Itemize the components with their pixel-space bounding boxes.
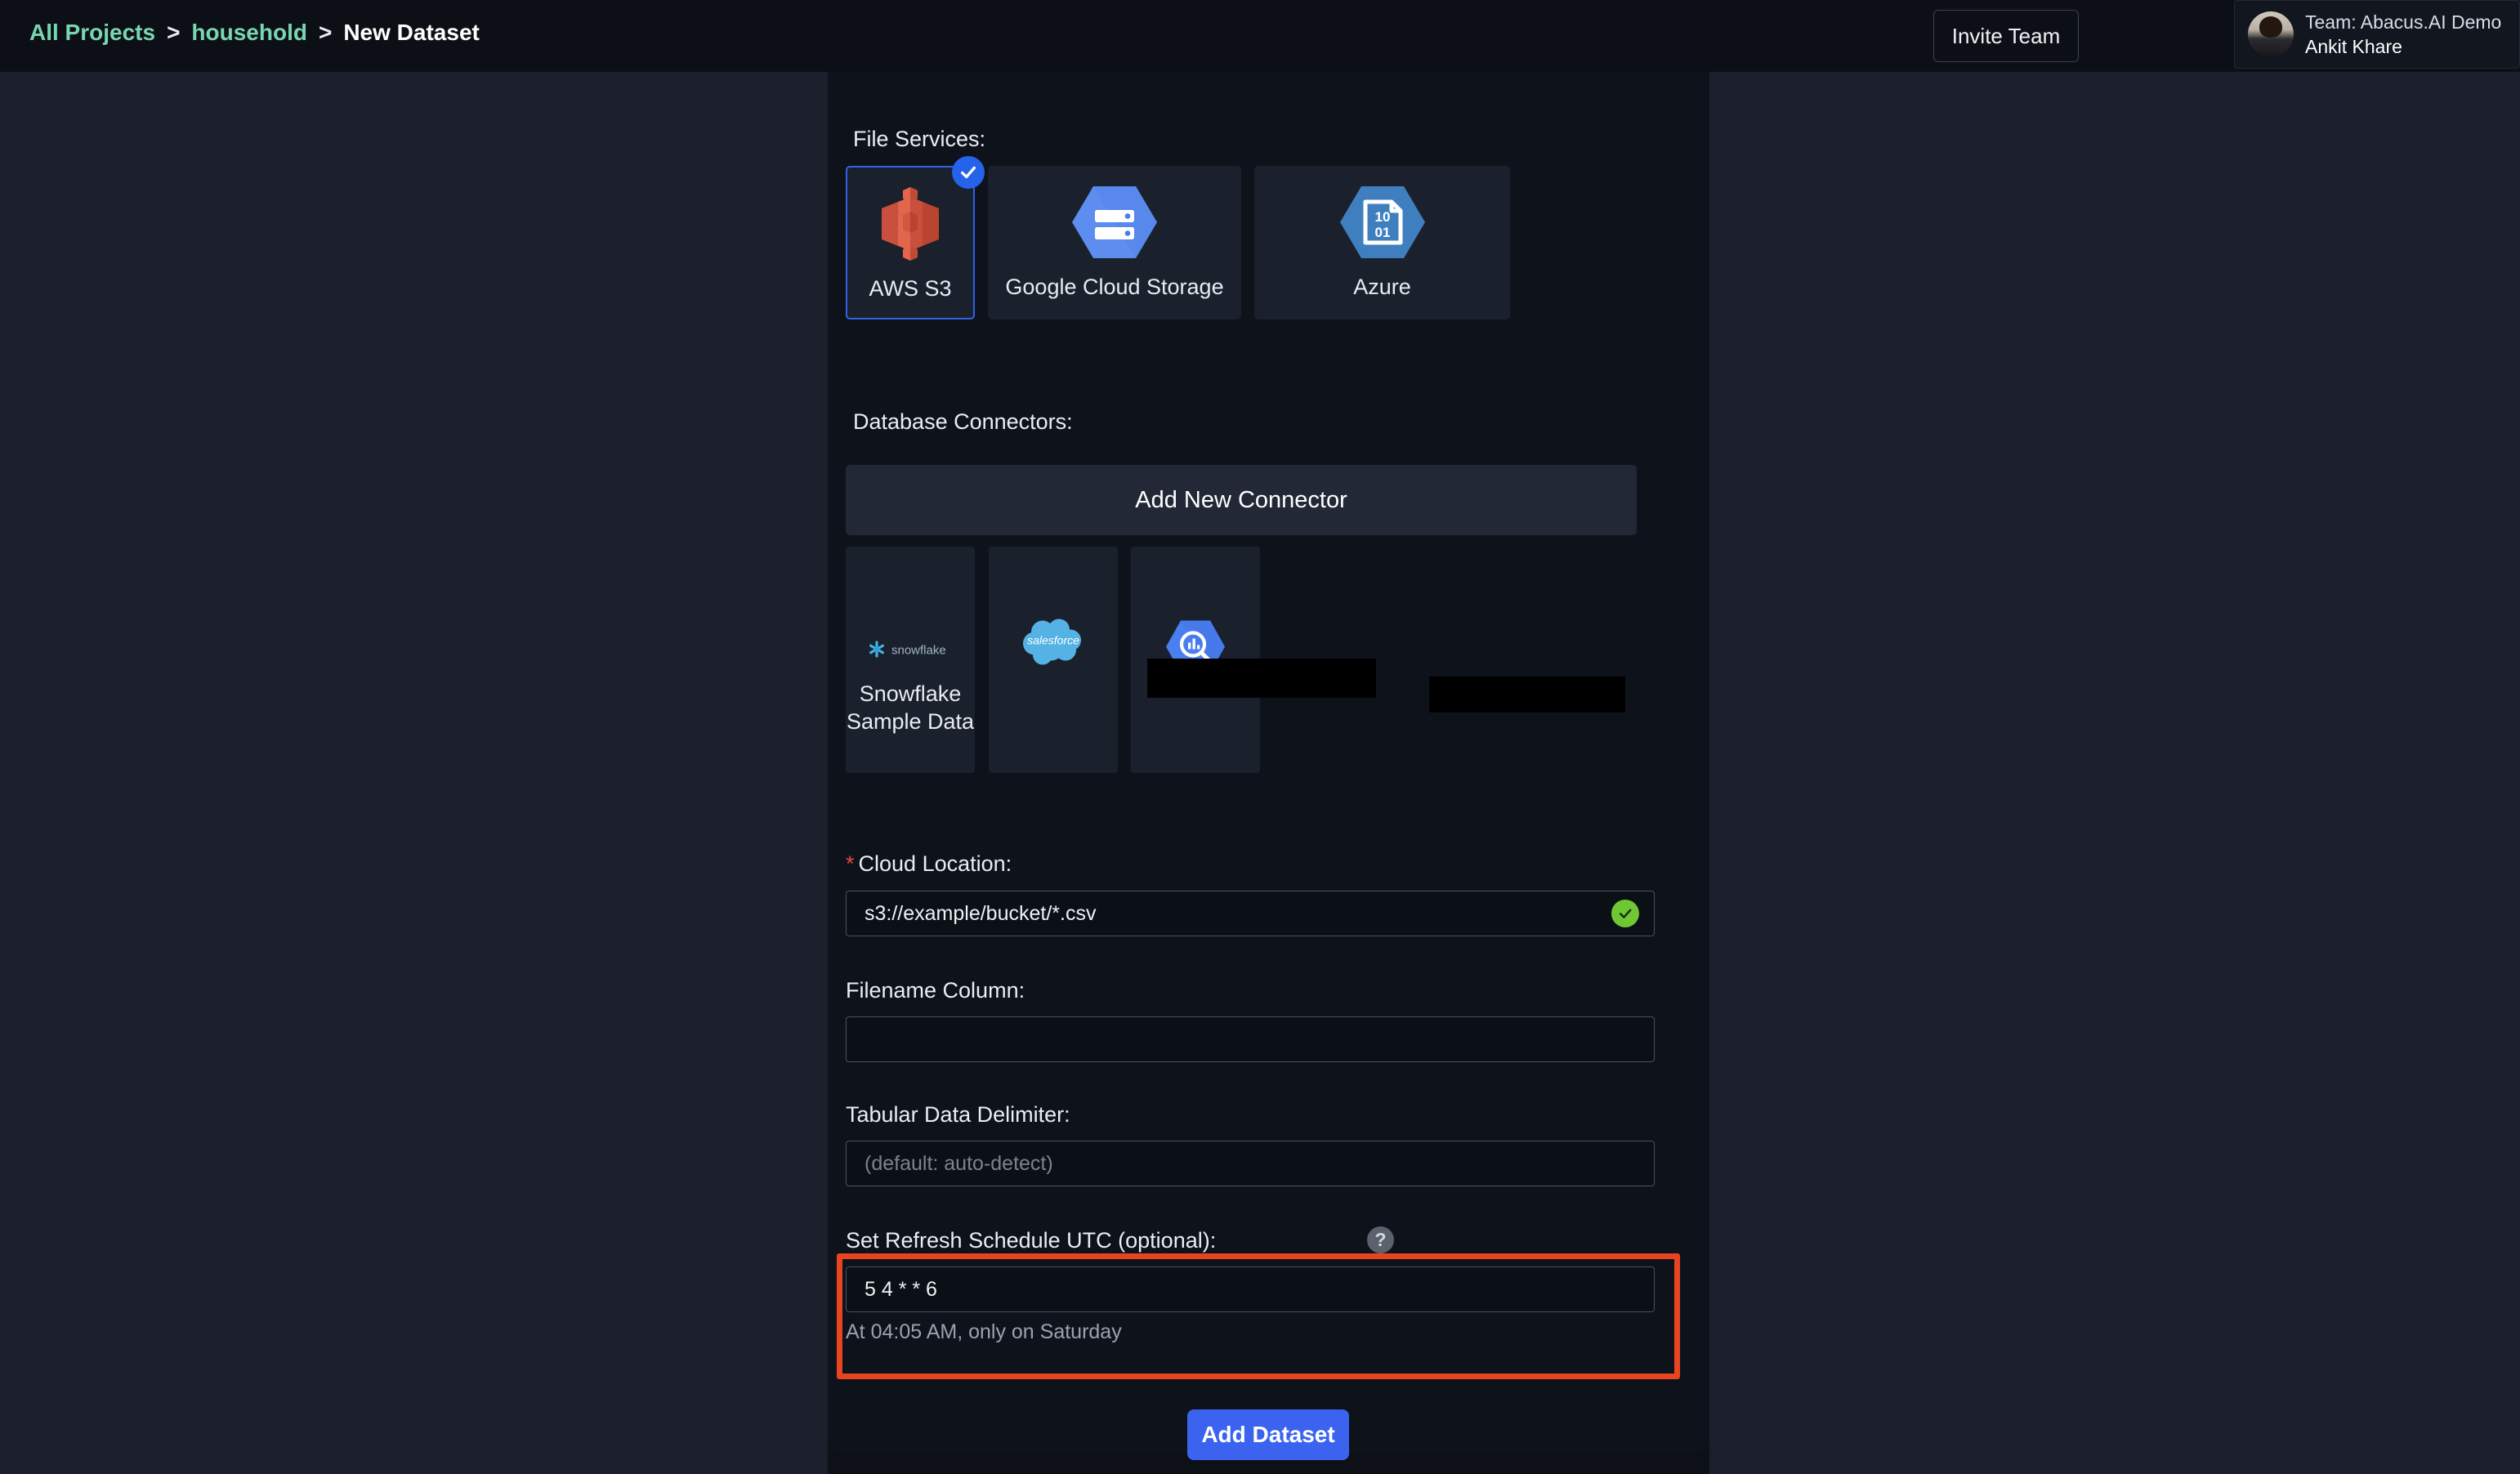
salesforce-logo: salesforce [1018, 619, 1088, 671]
redaction-bar-bigquery [1429, 677, 1625, 712]
cloud-location-value: s3://example/bucket/*.csv [865, 901, 1097, 925]
avatar [2248, 11, 2294, 57]
redaction-bar-salesforce [1147, 659, 1376, 698]
app-root: All Projects > household > New Dataset I… [0, 0, 2520, 1474]
file-service-label-azure: Azure [1353, 275, 1411, 299]
azure-blob-icon: 10 01 [1339, 184, 1425, 265]
cloud-location-label: * Cloud Location: [846, 851, 1012, 877]
file-service-label-google-cloud-storage: Google Cloud Storage [1005, 275, 1224, 299]
required-asterisk: * [846, 851, 855, 876]
tabular-delimiter-label: Tabular Data Delimiter: [846, 1102, 1070, 1127]
breadcrumb-all-projects[interactable]: All Projects [29, 20, 155, 46]
snowflake-logo: snowflake [866, 639, 954, 664]
file-service-label-aws-s3: AWS S3 [869, 276, 952, 301]
add-new-connector-button[interactable]: Add New Connector [846, 465, 1637, 535]
file-services-label: File Services: [853, 127, 986, 151]
breadcrumb-separator: > [167, 20, 181, 45]
breadcrumb-project-household[interactable]: household [191, 20, 307, 46]
cloud-location-label-text: Cloud Location: [858, 851, 1012, 876]
file-service-card-aws-s3[interactable]: AWS S3 [846, 156, 985, 319]
refresh-schedule-label: Set Refresh Schedule UTC (optional): [846, 1228, 1217, 1253]
refresh-schedule-value: 5 4 * * 6 [865, 1277, 937, 1301]
breadcrumb: All Projects > household > New Dataset [29, 20, 480, 46]
filename-column-input[interactable] [846, 1016, 1655, 1062]
valid-check-icon [1611, 900, 1639, 927]
file-service-card-azure[interactable]: 10 01 Azure [1254, 166, 1510, 319]
connector-card-snowflake[interactable]: snowflake Snowflake Sample Data [846, 547, 975, 773]
tabular-delimiter-placeholder: (default: auto-detect) [865, 1151, 1053, 1175]
user-team-label: Team: Abacus.AI Demo [2305, 11, 2502, 33]
connector-label-snowflake: Snowflake Sample Data [846, 681, 975, 735]
breadcrumb-separator: > [318, 20, 333, 45]
svg-text:salesforce: salesforce [1027, 634, 1079, 647]
google-cloud-storage-icon [1072, 184, 1157, 265]
user-meta: Team: Abacus.AI Demo Ankit Khare [2305, 11, 2501, 58]
invite-team-button[interactable]: Invite Team [1933, 10, 2079, 62]
help-icon[interactable]: ? [1367, 1226, 1394, 1253]
database-connectors-label: Database Connectors: [853, 409, 1073, 434]
svg-text:01: 01 [1374, 225, 1390, 240]
connector-card-salesforce[interactable]: salesforce [989, 547, 1118, 773]
top-bar: All Projects > household > New Dataset I… [0, 0, 2520, 72]
svg-text:snowflake: snowflake [891, 644, 946, 658]
page-backdrop-right [1709, 72, 2520, 1474]
page-backdrop-left [0, 72, 828, 1474]
new-dataset-panel: File Services: AWS S3 Google Cloud Stora… [828, 46, 1709, 1460]
aws-s3-icon [878, 187, 942, 265]
refresh-schedule-hint: At 04:05 AM, only on Saturday [846, 1320, 1122, 1343]
user-account-chip[interactable]: Team: Abacus.AI Demo Ankit Khare [2234, 0, 2520, 69]
tabular-delimiter-input[interactable]: (default: auto-detect) [846, 1141, 1655, 1186]
breadcrumb-current-page: New Dataset [343, 20, 480, 45]
svg-text:10: 10 [1374, 209, 1390, 225]
cloud-location-input[interactable]: s3://example/bucket/*.csv [846, 891, 1655, 936]
selected-check-icon [952, 156, 985, 189]
file-service-card-google-cloud-storage[interactable]: Google Cloud Storage [988, 166, 1241, 319]
user-name-label: Ankit Khare [2305, 36, 2402, 57]
add-dataset-button[interactable]: Add Dataset [1187, 1409, 1349, 1460]
filename-column-label: Filename Column: [846, 978, 1025, 1003]
refresh-schedule-input[interactable]: 5 4 * * 6 [846, 1266, 1655, 1312]
